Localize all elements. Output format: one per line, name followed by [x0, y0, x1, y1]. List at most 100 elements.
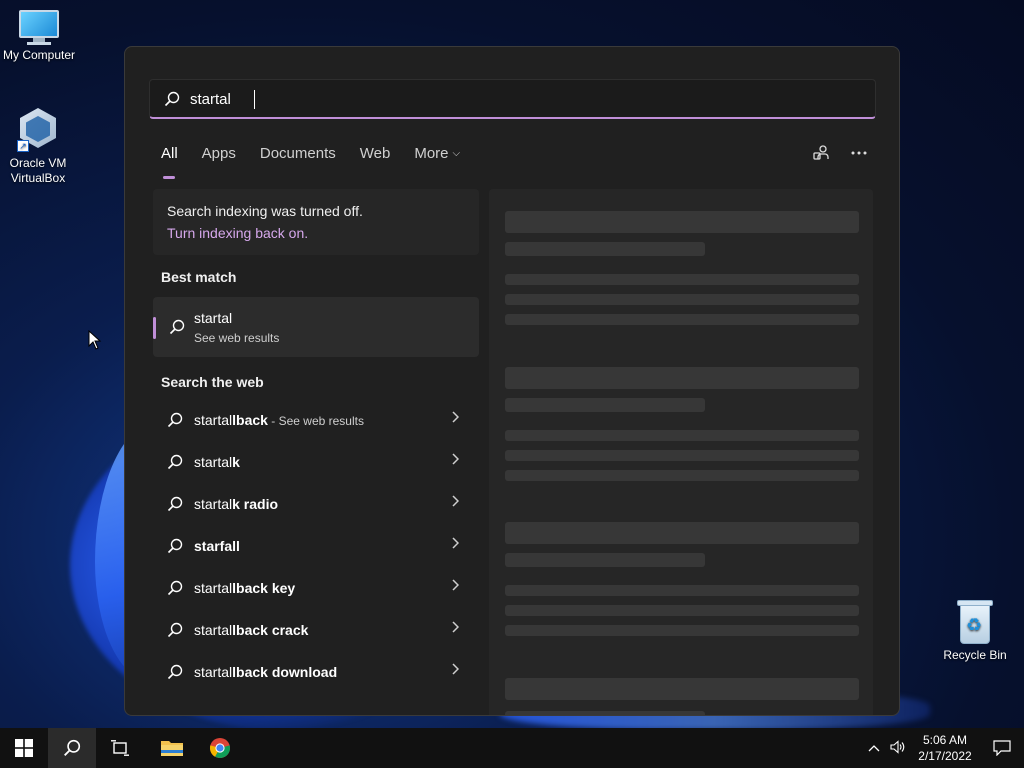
turn-indexing-on-link[interactable]: Turn indexing back on. [167, 225, 465, 241]
recycle-bin-icon: ♻ [957, 600, 993, 644]
tab-web[interactable]: Web [360, 145, 391, 175]
skeleton-line [505, 294, 859, 305]
chevron-down-icon: ⌵ [452, 148, 461, 159]
skeleton-line [505, 553, 705, 567]
desktop-icon-label: Oracle VM VirtualBox [9, 156, 67, 185]
web-result-text: startalk [194, 454, 240, 470]
skeleton-block [505, 367, 859, 389]
skeleton-line [505, 242, 705, 256]
web-result-completion: k radio [232, 496, 279, 512]
chevron-right-icon [451, 452, 460, 468]
search-icon [167, 496, 183, 515]
web-result-prefix: startal [194, 622, 233, 638]
skeleton-line [505, 450, 859, 461]
clock[interactable]: 5:06 AM 2/17/2022 [910, 732, 980, 764]
action-center-button[interactable] [980, 740, 1024, 756]
preview-pane-loading [489, 189, 873, 715]
web-result-prefix: startal [194, 454, 233, 470]
text-caret [254, 90, 255, 109]
indexing-notice-text: Search indexing was turned off. [167, 203, 363, 219]
search-filter-tabs: All Apps Documents Web More ⌵ [161, 145, 484, 179]
volume-button[interactable] [886, 739, 910, 757]
web-result-completion: lback crack [232, 622, 309, 638]
search-icon [169, 319, 185, 335]
skeleton-block [505, 211, 859, 233]
notification-icon [993, 740, 1011, 756]
chrome-button[interactable] [196, 728, 244, 768]
web-result-item[interactable]: startallback key [153, 568, 479, 610]
tab-documents[interactable]: Documents [260, 145, 336, 175]
web-result-completion: k [232, 454, 240, 470]
web-result-text: starfall [194, 538, 240, 554]
search-icon [167, 454, 183, 473]
desktop-icon-recycle-bin[interactable]: ♻ Recycle Bin [933, 600, 1017, 663]
web-result-text: startallback crack [194, 622, 308, 638]
search-icon [167, 412, 183, 431]
web-result-item[interactable]: startalk [153, 442, 479, 484]
web-result-prefix: startal [194, 580, 233, 596]
web-result-item[interactable]: startallback crack [153, 610, 479, 652]
account-switch-button[interactable] [811, 143, 831, 163]
best-match-title: startal [194, 310, 233, 326]
web-result-completion: lback [232, 412, 268, 428]
skeleton-line [505, 398, 705, 412]
desktop-icon-label: Recycle Bin [943, 648, 1007, 662]
people-icon [813, 145, 829, 160]
search-box[interactable] [149, 79, 876, 119]
skeleton-line [505, 605, 859, 616]
taskbar: 5:06 AM 2/17/2022 [0, 728, 1024, 768]
chevron-right-icon [451, 494, 460, 510]
folder-icon [161, 741, 183, 756]
virtualbox-icon: ↗ [17, 106, 59, 152]
results-list: Search indexing was turned off. Turn ind… [153, 189, 479, 694]
task-view-button[interactable] [96, 728, 144, 768]
web-result-completion: lback download [232, 664, 338, 680]
desktop-icon-label: My Computer [2, 48, 76, 62]
tab-more[interactable]: More ⌵ [414, 145, 460, 175]
desktop-icon-virtualbox[interactable]: ↗ Oracle VM VirtualBox [0, 106, 80, 186]
web-result-text: startallback key [194, 580, 295, 596]
show-hidden-icons-button[interactable] [862, 741, 886, 755]
skeleton-line [505, 314, 859, 325]
file-explorer-button[interactable] [148, 728, 196, 768]
ellipsis-icon [851, 151, 867, 155]
skeleton-block [505, 678, 859, 700]
web-result-item[interactable]: startallback - See web results [153, 400, 479, 442]
search-input[interactable] [190, 86, 850, 112]
web-result-text: startallback download [194, 664, 337, 680]
selection-indicator [153, 317, 156, 339]
web-result-item[interactable]: starfall [153, 526, 479, 568]
clock-time: 5:06 AM [922, 733, 968, 747]
search-web-heading: Search the web [161, 374, 264, 390]
best-match-item[interactable]: startal See web results [153, 297, 479, 357]
skeleton-line [505, 585, 859, 596]
system-tray: 5:06 AM 2/17/2022 [862, 728, 1024, 768]
chevron-right-icon [451, 620, 460, 636]
task-view-icon [111, 740, 129, 756]
web-result-item[interactable]: startallback download [153, 652, 479, 694]
best-match-heading: Best match [161, 269, 237, 285]
search-icon [167, 580, 183, 599]
chevron-right-icon [451, 662, 460, 678]
web-result-completion: lback key [232, 580, 296, 596]
web-result-item[interactable]: startalk radio [153, 484, 479, 526]
tab-all[interactable]: All [161, 145, 178, 179]
skeleton-line [505, 625, 859, 636]
desktop-icon-my-computer[interactable]: My Computer [0, 10, 81, 63]
more-options-button[interactable] [849, 143, 869, 163]
start-button[interactable] [0, 728, 48, 768]
search-icon [167, 622, 183, 641]
search-icon [167, 538, 183, 557]
best-match-subtitle: See web results [194, 331, 280, 345]
windows-logo-icon [15, 739, 33, 757]
web-results-list: startallback - See web results startalk st… [153, 400, 479, 694]
speaker-icon [890, 739, 905, 754]
web-result-note: - See web results [267, 414, 364, 428]
skeleton-line [505, 274, 859, 285]
taskbar-search-button[interactable] [48, 728, 96, 768]
skeleton-block [505, 522, 859, 544]
chrome-icon [209, 738, 231, 759]
skeleton-line [505, 470, 859, 481]
chevron-right-icon [451, 536, 460, 552]
tab-apps[interactable]: Apps [202, 145, 236, 175]
